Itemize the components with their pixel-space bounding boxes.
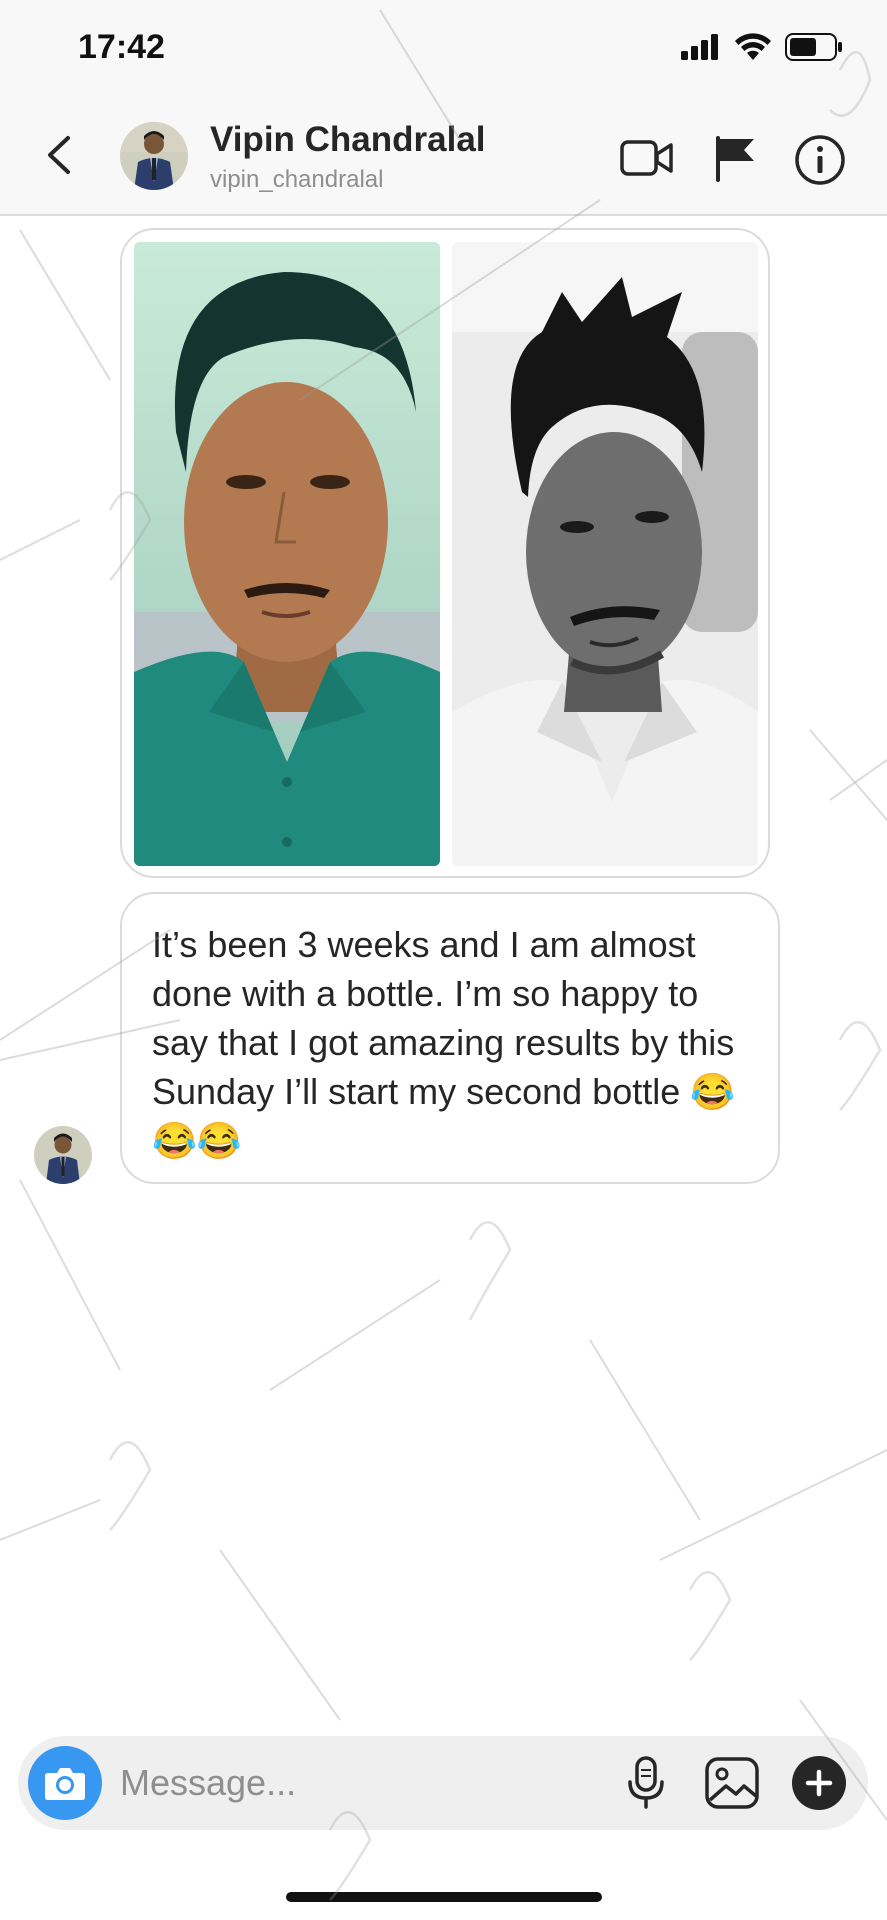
contact-username[interactable]: vipin_chandralal — [210, 166, 383, 194]
status-bar: 17:42 — [0, 0, 887, 100]
video-call-icon — [620, 140, 673, 176]
camera-button[interactable] — [28, 1746, 102, 1820]
text-message[interactable]: It’s been 3 weeks and I am almost done w… — [120, 892, 780, 1184]
plus-icon — [805, 1769, 833, 1797]
info-icon — [795, 135, 845, 185]
message-input[interactable] — [120, 1760, 520, 1806]
more-options-button[interactable] — [792, 1756, 846, 1810]
microphone-icon — [628, 1756, 664, 1809]
message-text: It’s been 3 weeks and I am almost done w… — [152, 924, 736, 1161]
back-button[interactable] — [40, 130, 80, 180]
media-message[interactable] — [120, 228, 770, 878]
contact-name[interactable]: Vipin Chandralal — [210, 120, 486, 160]
flag-icon — [716, 136, 754, 182]
gallery-button[interactable] — [704, 1756, 760, 1810]
info-button[interactable] — [794, 134, 848, 185]
signal-icon — [681, 34, 718, 60]
sender-avatar[interactable] — [34, 1126, 92, 1184]
video-call-button[interactable] — [620, 134, 674, 182]
voice-message-button[interactable] — [622, 1756, 670, 1810]
home-indicator[interactable] — [286, 1892, 602, 1902]
camera-icon — [45, 1768, 85, 1800]
gallery-icon — [705, 1757, 759, 1809]
wifi-icon — [735, 33, 771, 60]
report-button[interactable] — [712, 134, 766, 182]
status-icons — [681, 32, 843, 62]
chat-header: Vipin Chandralal vipin_chandralal — [0, 100, 887, 216]
photo-color[interactable] — [134, 242, 440, 866]
status-time: 17:42 — [78, 28, 165, 66]
contact-avatar[interactable] — [120, 122, 188, 190]
battery-icon — [785, 33, 842, 61]
back-icon — [48, 136, 70, 174]
photo-black-white[interactable] — [452, 242, 758, 866]
message-composer — [18, 1736, 868, 1830]
